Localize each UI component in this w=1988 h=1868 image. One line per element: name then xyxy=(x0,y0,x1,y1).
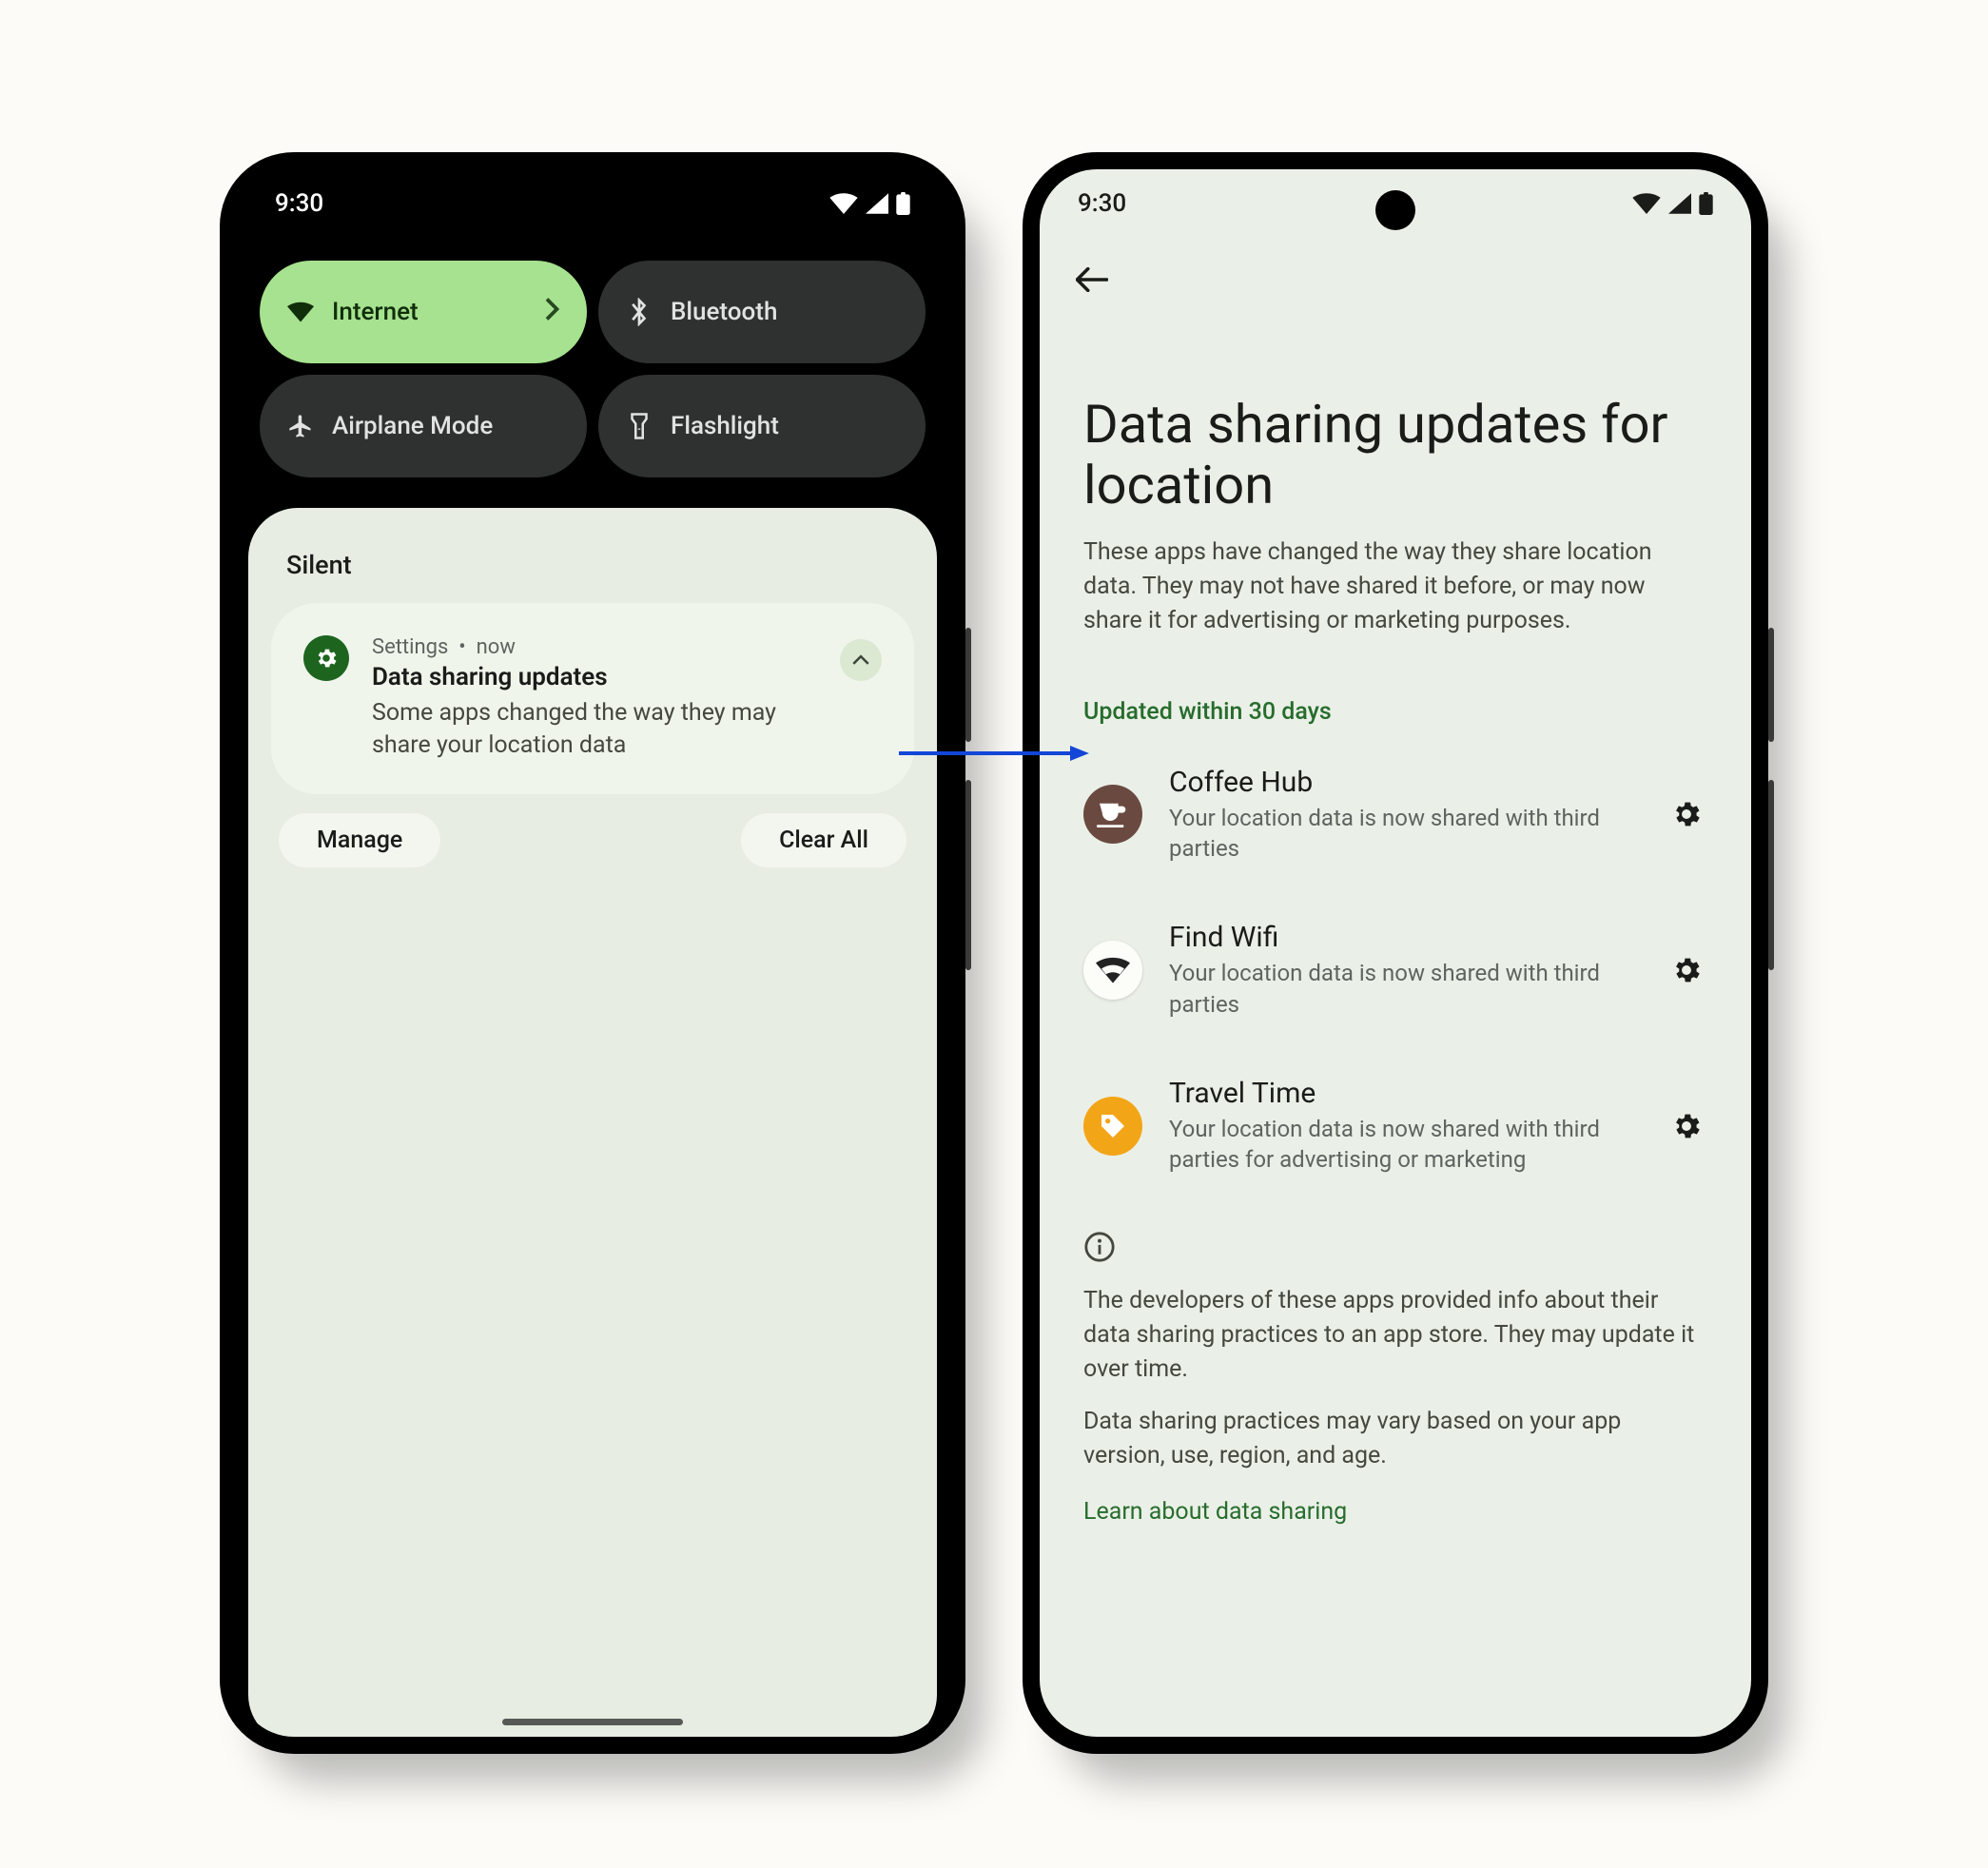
collapse-button[interactable] xyxy=(840,639,882,681)
settings-app-icon xyxy=(303,635,349,681)
signal-icon xyxy=(1668,193,1691,214)
app-settings-button[interactable] xyxy=(1666,954,1707,986)
gear-icon xyxy=(1670,1110,1703,1142)
page-subtitle: These apps have changed the way they sha… xyxy=(1040,535,1751,639)
info-icon xyxy=(1083,1231,1116,1263)
info-paragraph: Data sharing practices may vary based on… xyxy=(1083,1405,1707,1474)
shade-section-label: Silent xyxy=(271,535,914,603)
app-settings-button[interactable] xyxy=(1666,1110,1707,1142)
qs-tile-internet[interactable]: Internet xyxy=(260,261,587,363)
wifi-icon xyxy=(829,193,858,214)
power-button[interactable] xyxy=(965,628,971,742)
wifi-app-icon xyxy=(1083,941,1142,1000)
camera-punch xyxy=(1375,190,1415,230)
phone-notification-shade: 9:30 Internet Bluetooth xyxy=(220,152,965,1754)
qs-tile-airplane[interactable]: Airplane Mode xyxy=(260,375,587,477)
chevron-up-icon xyxy=(852,654,869,666)
flashlight-icon xyxy=(625,412,653,440)
qs-tile-bluetooth[interactable]: Bluetooth xyxy=(598,261,926,363)
qs-tile-label: Bluetooth xyxy=(671,298,899,326)
wifi-icon xyxy=(1632,193,1661,214)
status-icons xyxy=(829,192,910,215)
battery-icon xyxy=(896,192,910,215)
app-row-coffee-hub[interactable]: Coffee Hub Your location data is now sha… xyxy=(1040,737,1751,893)
clear-all-button[interactable]: Clear All xyxy=(741,813,906,867)
app-row-find-wifi[interactable]: Find Wifi Your location data is now shar… xyxy=(1040,892,1751,1048)
info-paragraph: The developers of these apps provided in… xyxy=(1083,1284,1707,1388)
phone-settings-page: 9:30 Data sharing updates for location T… xyxy=(1023,152,1768,1754)
gear-icon xyxy=(1670,954,1703,986)
power-button[interactable] xyxy=(1768,628,1774,742)
notification-body: Some apps changed the way they may share… xyxy=(372,697,817,762)
info-block: The developers of these apps provided in… xyxy=(1040,1204,1751,1526)
qs-tile-label: Internet xyxy=(332,298,528,326)
app-name: Find Wifi xyxy=(1169,921,1639,954)
manage-button[interactable]: Manage xyxy=(279,813,440,867)
chevron-right-icon xyxy=(545,298,560,327)
status-bar: 9:30 xyxy=(237,169,948,238)
section-header: Updated within 30 days xyxy=(1040,639,1751,737)
notification-card[interactable]: Settings • now Data sharing updates Some… xyxy=(271,603,914,794)
bluetooth-icon xyxy=(625,298,653,326)
volume-button[interactable] xyxy=(965,780,971,970)
wifi-icon xyxy=(286,302,315,322)
page-title: Data sharing updates for location xyxy=(1040,302,1751,535)
app-desc: Your location data is now shared with th… xyxy=(1169,958,1639,1020)
notification-title: Data sharing updates xyxy=(372,663,817,691)
learn-more-link[interactable]: Learn about data sharing xyxy=(1083,1498,1707,1526)
qs-tile-label: Airplane Mode xyxy=(332,412,560,440)
gear-icon xyxy=(1670,798,1703,830)
signal-icon xyxy=(866,193,888,214)
coffee-icon xyxy=(1083,785,1142,844)
notification-meta: Settings • now xyxy=(372,635,817,659)
app-name: Coffee Hub xyxy=(1169,766,1639,799)
airplane-icon xyxy=(286,413,315,439)
battery-icon xyxy=(1699,192,1713,215)
status-time: 9:30 xyxy=(1078,189,1126,218)
arrow-left-icon xyxy=(1076,267,1108,292)
app-row-travel-time[interactable]: Travel Time Your location data is now sh… xyxy=(1040,1048,1751,1204)
back-button[interactable] xyxy=(1076,257,1121,302)
nav-handle[interactable] xyxy=(502,1719,683,1725)
app-desc: Your location data is now shared with th… xyxy=(1169,803,1639,865)
app-desc: Your location data is now shared with th… xyxy=(1169,1114,1639,1176)
qs-tile-flashlight[interactable]: Flashlight xyxy=(598,375,926,477)
quick-settings-grid: Internet Bluetooth Airplane Mode xyxy=(237,238,948,500)
tag-icon xyxy=(1083,1097,1142,1156)
qs-tile-label: Flashlight xyxy=(671,412,899,440)
app-name: Travel Time xyxy=(1169,1077,1639,1110)
notification-shade-panel: Silent Settings • now Data sharing updat… xyxy=(248,508,937,1737)
app-settings-button[interactable] xyxy=(1666,798,1707,830)
status-icons xyxy=(1632,192,1713,215)
status-time: 9:30 xyxy=(275,189,323,218)
volume-button[interactable] xyxy=(1768,780,1774,970)
